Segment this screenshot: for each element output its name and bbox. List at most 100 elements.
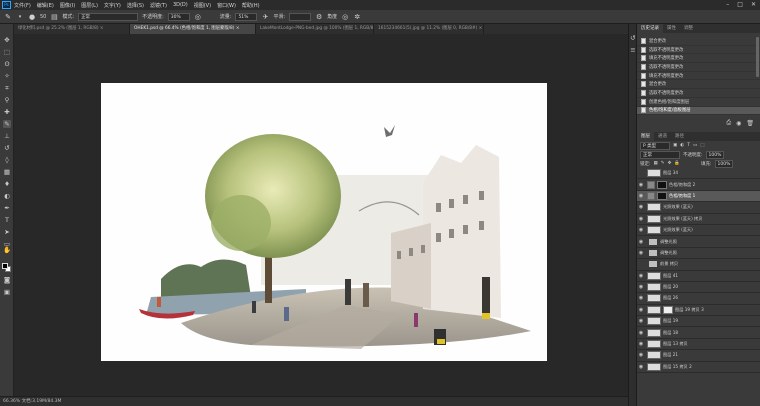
layer-thumbnail[interactable] <box>647 169 661 178</box>
layer-mask-thumbnail[interactable] <box>657 191 667 200</box>
visibility-eye-icon[interactable]: ◉ <box>637 307 645 313</box>
history-scrollbar[interactable] <box>756 37 759 77</box>
visibility-eye-icon[interactable]: ◉ <box>637 284 645 290</box>
layer-row[interactable]: ◉ 图层 20 <box>637 282 760 294</box>
path-select-tool-icon[interactable]: ➤ <box>3 228 11 236</box>
filter-smart-icon[interactable]: ⬚ <box>700 143 704 148</box>
layer-row[interactable]: ◉ 图层 26 <box>637 293 760 305</box>
layer-row[interactable]: ◉ 光照效果 (蓝天) <box>637 225 760 237</box>
layer-thumbnail[interactable] <box>647 226 661 235</box>
chevron-down-icon[interactable]: ▾ <box>16 13 24 21</box>
layer-thumbnail[interactable] <box>647 271 661 280</box>
layer-row[interactable]: ◉ 调整光照 <box>637 248 760 260</box>
visibility-eye-icon[interactable]: ◉ <box>637 295 645 301</box>
tab-document-3[interactable]: LakeMontLodge-PNG-bed.jpg @ 100% (图层 1, … <box>256 24 374 34</box>
visibility-eye-icon[interactable]: ◉ <box>637 204 645 210</box>
smoothing-options-icon[interactable]: ⚙ <box>315 13 323 21</box>
visibility-eye-icon[interactable]: ◉ <box>637 364 645 370</box>
layer-thumbnail[interactable] <box>647 317 661 326</box>
layer-mask-thumbnail[interactable] <box>663 305 673 314</box>
dodge-tool-icon[interactable]: ◐ <box>3 192 11 200</box>
layer-row[interactable]: ◉ 图层 41 <box>637 271 760 282</box>
crop-tool-icon[interactable]: ⌗ <box>3 84 11 92</box>
camera-icon[interactable]: ◉ <box>736 120 741 127</box>
quick-select-tool-icon[interactable]: ✧ <box>3 72 11 80</box>
lasso-tool-icon[interactable]: ʘ <box>3 60 11 68</box>
screen-mode-icon[interactable]: ▣ <box>3 288 11 296</box>
minimize-button[interactable]: – <box>726 1 729 8</box>
tab-document-1[interactable]: 绿化材料.psd @ 25.2% (图层 1, RGB/8) × <box>14 24 130 34</box>
filter-adjust-icon[interactable]: ◐ <box>680 143 684 148</box>
tab-paths[interactable]: 路径 <box>671 132 688 141</box>
lock-position-icon[interactable]: ✥ <box>668 161 672 166</box>
foreground-color-swatch[interactable] <box>2 263 8 269</box>
opacity-field[interactable]: 30% <box>167 12 190 21</box>
layer-thumbnail[interactable] <box>647 283 661 292</box>
tab-channels[interactable]: 通道 <box>654 132 671 141</box>
quick-mask-icon[interactable]: ◙ <box>3 276 11 284</box>
layer-thumbnail[interactable] <box>647 203 661 212</box>
history-item[interactable]: 填充不透明度更改 <box>637 72 760 81</box>
lock-all-icon[interactable]: 🔒 <box>674 161 680 166</box>
history-item[interactable]: 填充不透明度更改 <box>637 54 760 64</box>
layer-thumbnail[interactable] <box>647 328 661 337</box>
layer-row[interactable]: ◉ 图层 19 拷贝 3 <box>637 305 760 317</box>
menu-select[interactable]: 选择(S) <box>127 2 144 9</box>
layer-row[interactable]: ◉ 图层 19 <box>637 316 760 328</box>
history-item[interactable]: 选取不透明度更改 <box>637 46 760 55</box>
tab-layers[interactable]: 图层 <box>637 132 654 141</box>
menu-3d[interactable]: 3D(D) <box>173 2 188 8</box>
history-brush-tool-icon[interactable]: ↺ <box>3 144 11 152</box>
layer-thumbnail[interactable] <box>647 340 661 349</box>
menu-filter[interactable]: 滤镜(T) <box>150 2 167 9</box>
layer-row[interactable]: ◉ 图层 15 拷贝 2 <box>637 362 760 374</box>
visibility-eye-icon[interactable]: ◉ <box>637 352 645 358</box>
history-item[interactable]: 创建色相/饱和度图层 <box>637 98 760 107</box>
visibility-eye-icon[interactable]: ◉ <box>637 216 645 222</box>
snapshot-icon[interactable]: ⎙ <box>726 119 731 127</box>
filter-pixel-icon[interactable]: ▣ <box>673 143 677 148</box>
airbrush-icon[interactable]: ✈ <box>261 13 269 21</box>
brush-preset-icon[interactable]: ● <box>28 13 36 21</box>
canvas-area[interactable] <box>14 34 628 396</box>
layer-thumbnail[interactable] <box>647 351 661 360</box>
brush-settings-icon[interactable]: ▤ <box>50 13 58 21</box>
clone-stamp-tool-icon[interactable]: ⊥ <box>3 132 11 140</box>
layer-row[interactable]: ◉ 图层 13 拷贝 <box>637 339 760 351</box>
maximize-button[interactable]: □ <box>737 1 743 8</box>
brush-tool-icon[interactable]: ✎ <box>4 13 12 21</box>
visibility-eye-icon[interactable]: ◉ <box>637 318 645 324</box>
menu-layer[interactable]: 图层(L) <box>81 2 98 9</box>
layer-thumbnail[interactable] <box>647 305 661 314</box>
tab-document-2[interactable]: OHEK1.psd @ 66.4% (色相/饱和度 1, 图层蒙版/8) × <box>130 24 256 34</box>
menu-type[interactable]: 文字(Y) <box>104 2 121 9</box>
marquee-tool-icon[interactable]: ⬚ <box>3 48 11 56</box>
mode-select[interactable]: 正常 <box>78 12 139 21</box>
visibility-eye-icon[interactable]: ◉ <box>637 193 645 199</box>
type-tool-icon[interactable]: T <box>3 216 11 224</box>
blend-mode-select[interactable]: 正常 <box>640 150 680 159</box>
visibility-eye-icon[interactable]: ◉ <box>637 330 645 336</box>
layer-row[interactable]: ◉ 图层 21 <box>637 350 760 362</box>
history-item[interactable]: 混合更改 <box>637 80 760 90</box>
tab-adjustments[interactable]: 调整 <box>680 24 697 33</box>
menu-file[interactable]: 文件(F) <box>14 2 31 9</box>
visibility-eye-icon[interactable]: ◉ <box>637 182 645 188</box>
hand-tool-icon[interactable]: ✋ <box>3 246 11 254</box>
layer-row[interactable]: ◉ 光照效果 (蓝天) 拷贝 <box>637 214 760 225</box>
menu-help[interactable]: 帮助(H) <box>242 2 260 9</box>
layer-thumbnail[interactable] <box>647 294 661 303</box>
visibility-eye-icon[interactable]: ◉ <box>637 250 645 256</box>
filter-type-icon[interactable]: T <box>687 143 690 148</box>
move-tool-icon[interactable]: ✥ <box>3 36 11 44</box>
layer-thumbnail[interactable] <box>647 362 661 371</box>
layer-filter-select[interactable]: P 类型 <box>640 141 670 150</box>
flow-field[interactable]: 51% <box>235 12 258 21</box>
layer-row[interactable]: ◉ 图层 18 <box>637 327 760 339</box>
menu-edit[interactable]: 编辑(E) <box>37 2 54 9</box>
history-item[interactable]: 混合更改 <box>637 37 760 46</box>
gradient-tool-icon[interactable]: ▦ <box>3 168 11 176</box>
tab-properties[interactable]: 属性 <box>663 24 680 33</box>
healing-brush-tool-icon[interactable]: ✚ <box>3 108 11 116</box>
history-item[interactable]: 选取不透明度更改 <box>637 63 760 72</box>
